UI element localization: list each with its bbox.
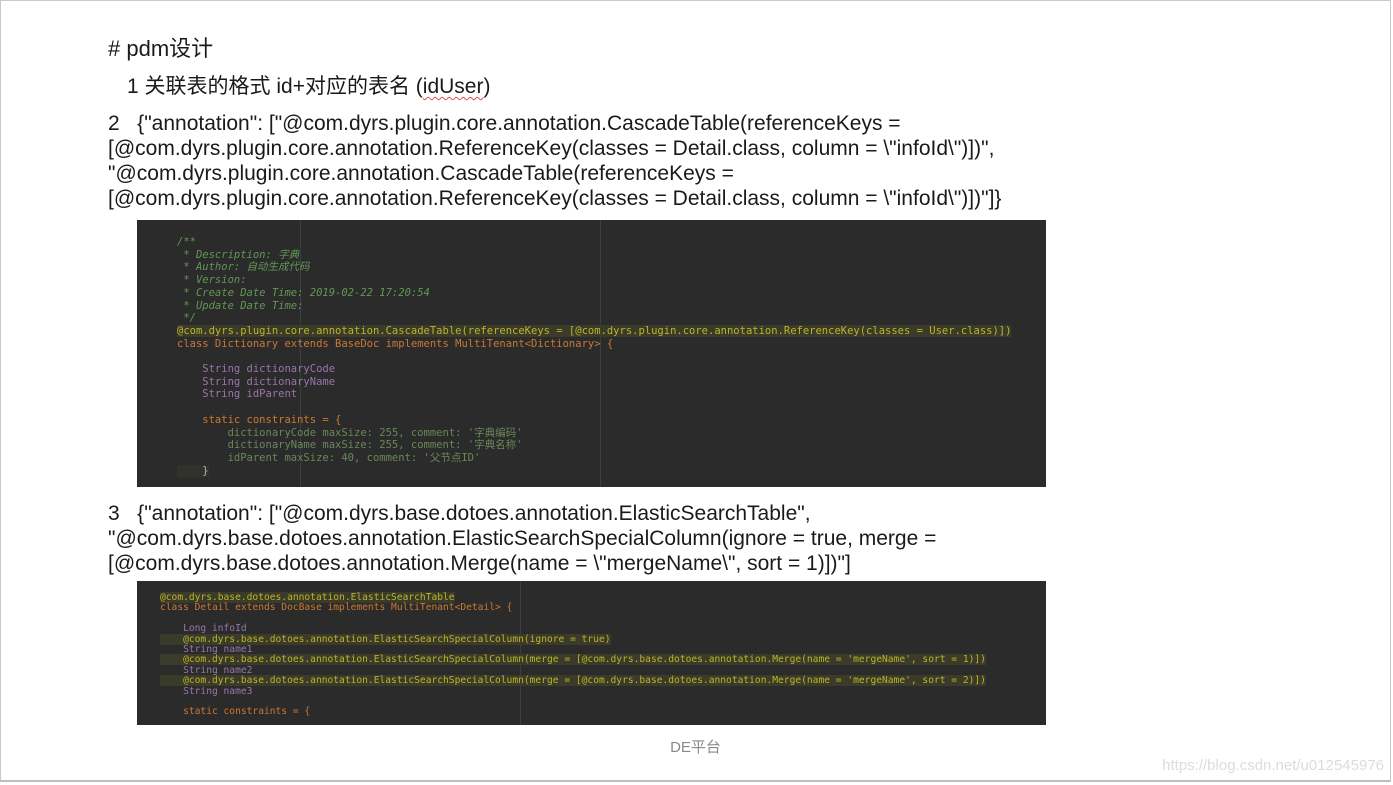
item-3-line: [@com.dyrs.base.dotoes.annotation.Merge(… bbox=[108, 552, 851, 575]
item-2-text: 2 {"annotation": ["@com.dyrs.plugin.core… bbox=[108, 111, 1001, 211]
item-3-line: 3 {"annotation": ["@com.dyrs.base.dotoes… bbox=[108, 502, 811, 525]
code-screenshot-detail: @com.dyrs.base.dotoes.annotation.Elastic… bbox=[137, 581, 1046, 725]
code-lines: @com.dyrs.base.dotoes.annotation.Elastic… bbox=[160, 592, 986, 718]
item-2-line: "@com.dyrs.plugin.core.annotation.Cascad… bbox=[108, 162, 734, 185]
watermark: https://blog.csdn.net/u012545976 bbox=[1162, 757, 1384, 774]
page-footer: DE平台 bbox=[670, 739, 721, 756]
code-lines: /** * Description: 字典 * Author: 自动生成代码 *… bbox=[177, 236, 1012, 477]
code-screenshot-dictionary: /** * Description: 字典 * Author: 自动生成代码 *… bbox=[137, 220, 1046, 487]
item-2-line: [@com.dyrs.plugin.core.annotation.Refere… bbox=[108, 187, 1002, 210]
item-1-text: 1 关联表的格式 id+对应的表名 (idUser) bbox=[127, 75, 491, 98]
item-2-line: [@com.dyrs.plugin.core.annotation.Refere… bbox=[108, 137, 995, 160]
item-3-text: 3 {"annotation": ["@com.dyrs.base.dotoes… bbox=[108, 501, 936, 576]
item-3-line: "@com.dyrs.base.dotoes.annotation.Elasti… bbox=[108, 527, 937, 550]
page-heading: # pdm设计 bbox=[108, 36, 214, 61]
item-2-line: 2 {"annotation": ["@com.dyrs.plugin.core… bbox=[108, 112, 901, 135]
spellcheck-word: idUser bbox=[422, 75, 484, 98]
